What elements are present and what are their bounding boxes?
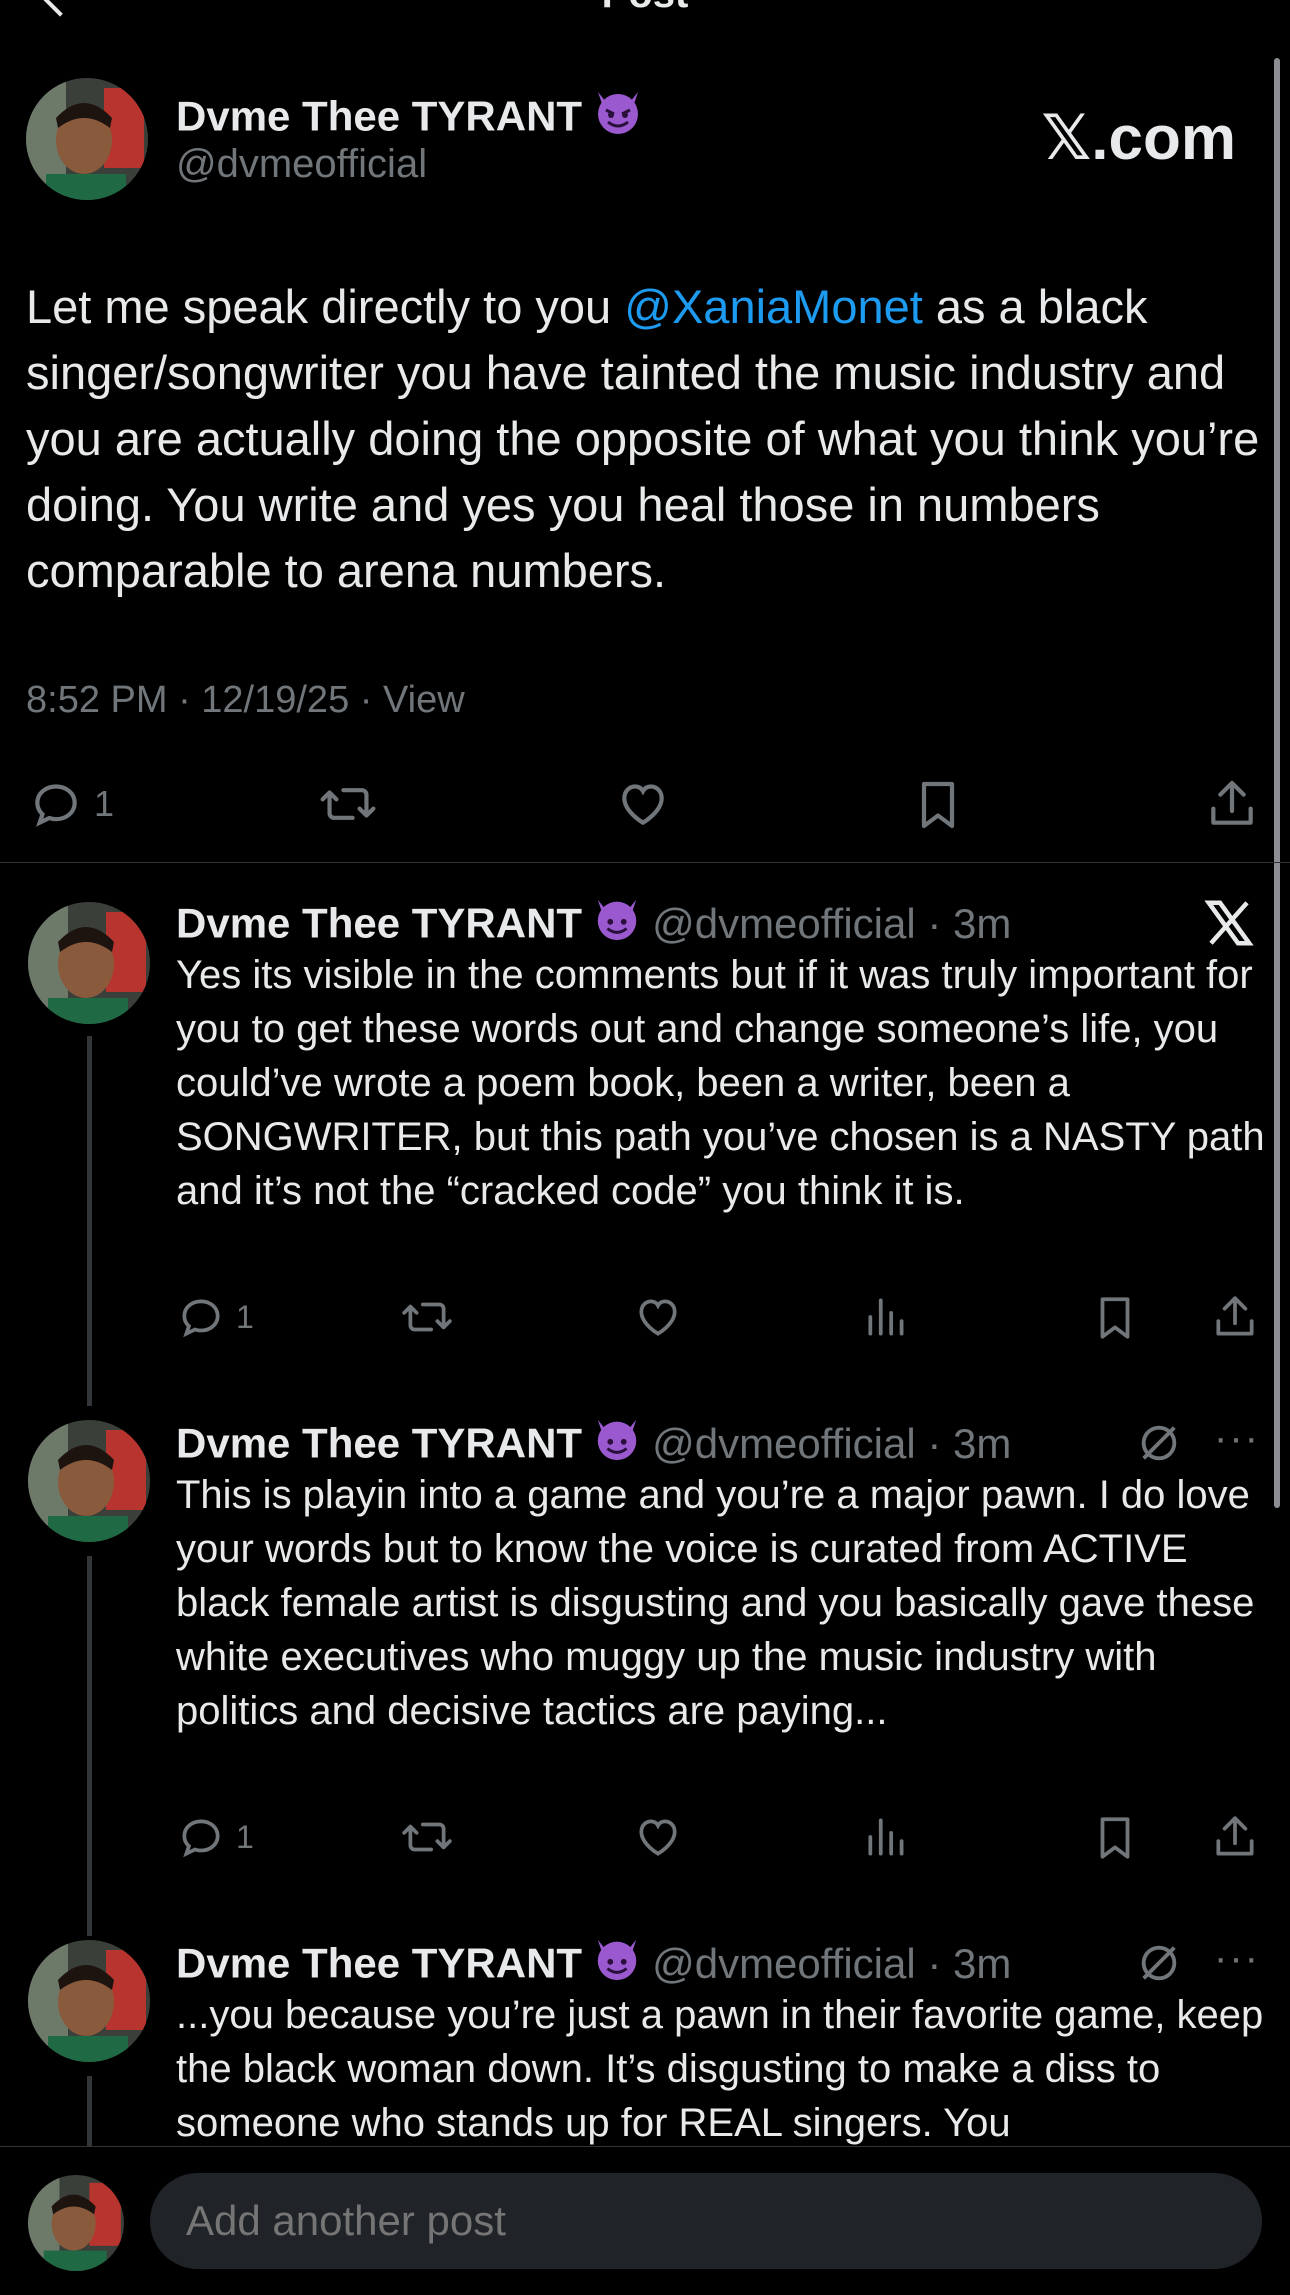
reply-text: This is playin into a game and you’re a … bbox=[176, 1473, 1255, 1733]
post-actions: 1 bbox=[0, 770, 1290, 834]
reply-icon bbox=[182, 1299, 220, 1338]
share-button[interactable] bbox=[1210, 1812, 1260, 1862]
like-button[interactable] bbox=[632, 1292, 684, 1342]
reply-button[interactable]: 1 bbox=[176, 1292, 254, 1342]
repost-button[interactable] bbox=[400, 1812, 454, 1862]
reply-button[interactable]: 1 bbox=[176, 1812, 254, 1862]
grok-icon[interactable] bbox=[1136, 1940, 1182, 1991]
reply-count: 1 bbox=[236, 1298, 254, 1335]
repost-button[interactable] bbox=[318, 776, 378, 832]
more-icon[interactable]: ··· bbox=[1214, 1936, 1260, 1981]
avatar[interactable] bbox=[28, 1940, 150, 2062]
like-icon bbox=[639, 1819, 677, 1856]
share-button[interactable] bbox=[1204, 776, 1260, 832]
avatar[interactable] bbox=[28, 1420, 150, 1542]
thread-line bbox=[87, 2076, 92, 2146]
avatar[interactable] bbox=[26, 78, 148, 200]
reply-button[interactable]: 1 bbox=[28, 776, 114, 832]
top-bar: Post bbox=[0, 0, 1290, 18]
post-text: Let me speak directly to you @XaniaMonet… bbox=[26, 280, 1260, 597]
repost-button[interactable] bbox=[400, 1292, 454, 1342]
avatar[interactable] bbox=[28, 902, 150, 1024]
thread-line bbox=[87, 1036, 92, 1406]
bookmark-icon bbox=[921, 781, 955, 829]
devil-emoji-icon bbox=[592, 892, 642, 953]
like-icon bbox=[622, 784, 664, 826]
mention-link[interactable]: @XaniaMonet bbox=[624, 280, 923, 333]
bookmark-icon bbox=[1100, 1297, 1130, 1339]
avatar bbox=[28, 2175, 124, 2271]
views-icon bbox=[868, 1818, 904, 1856]
reply-post[interactable]: Dvme Thee TYRANT @dvmeofficial · 3m Yes i… bbox=[0, 896, 1290, 1406]
views-button[interactable] bbox=[862, 1292, 912, 1342]
add-post-input[interactable] bbox=[150, 2173, 1262, 2269]
reply-text: ...you because you’re just a pawn in the… bbox=[176, 1993, 1264, 2145]
reply-handle[interactable]: @dvmeofficial · 3m bbox=[652, 900, 1011, 947]
reply-handle[interactable]: @dvmeofficial · 3m bbox=[652, 1420, 1011, 1467]
reply-composer bbox=[0, 2146, 1290, 2295]
share-button[interactable] bbox=[1210, 1292, 1260, 1342]
reply-count: 1 bbox=[94, 783, 115, 824]
bookmark-button[interactable] bbox=[1090, 1812, 1140, 1864]
views-button[interactable] bbox=[862, 1812, 912, 1862]
x-com-logo: 𝕏.com bbox=[1041, 104, 1236, 173]
reply-handle[interactable]: @dvmeofficial · 3m bbox=[652, 1940, 1011, 1987]
more-icon[interactable]: ··· bbox=[1214, 1416, 1260, 1461]
reply-post[interactable]: Dvme Thee TYRANT @dvmeofficial · 3m ··· T… bbox=[0, 1416, 1290, 1936]
bookmark-button[interactable] bbox=[910, 776, 966, 834]
reply-author-name[interactable]: Dvme Thee TYRANT bbox=[176, 900, 582, 947]
views-icon bbox=[868, 1298, 904, 1336]
divider bbox=[0, 862, 1290, 863]
repost-icon bbox=[402, 1302, 452, 1332]
devil-emoji-icon bbox=[592, 84, 644, 147]
devil-emoji-icon bbox=[592, 1932, 642, 1993]
post-meta[interactable]: 8:52 PM · 12/19/25 · View bbox=[26, 676, 465, 724]
reply-icon bbox=[182, 1819, 220, 1858]
repost-icon bbox=[320, 788, 376, 820]
share-icon bbox=[1211, 780, 1253, 825]
reply-icon bbox=[35, 784, 77, 827]
share-icon bbox=[1216, 1816, 1254, 1856]
reply-text: Yes its visible in the comments but if i… bbox=[176, 953, 1265, 1213]
reply-author-name[interactable]: Dvme Thee TYRANT bbox=[176, 1420, 582, 1467]
grok-icon[interactable] bbox=[1136, 1420, 1182, 1471]
reply-post[interactable]: Dvme Thee TYRANT @dvmeofficial · 3m ··· .… bbox=[0, 1936, 1290, 2146]
page-title: Post bbox=[0, 0, 1290, 14]
reply-count: 1 bbox=[236, 1818, 254, 1855]
thread-line bbox=[87, 1556, 92, 1936]
author-handle[interactable]: @dvmeofficial bbox=[176, 140, 427, 188]
repost-icon bbox=[402, 1822, 452, 1852]
devil-emoji-icon bbox=[592, 1412, 642, 1473]
bookmark-button[interactable] bbox=[1090, 1292, 1140, 1344]
like-icon bbox=[639, 1299, 677, 1336]
like-button[interactable] bbox=[614, 776, 672, 832]
like-button[interactable] bbox=[632, 1812, 684, 1862]
share-icon bbox=[1216, 1296, 1254, 1336]
reply-author-name[interactable]: Dvme Thee TYRANT bbox=[176, 1940, 582, 1987]
x-logo-icon bbox=[1202, 896, 1256, 955]
bookmark-icon bbox=[1100, 1817, 1130, 1859]
